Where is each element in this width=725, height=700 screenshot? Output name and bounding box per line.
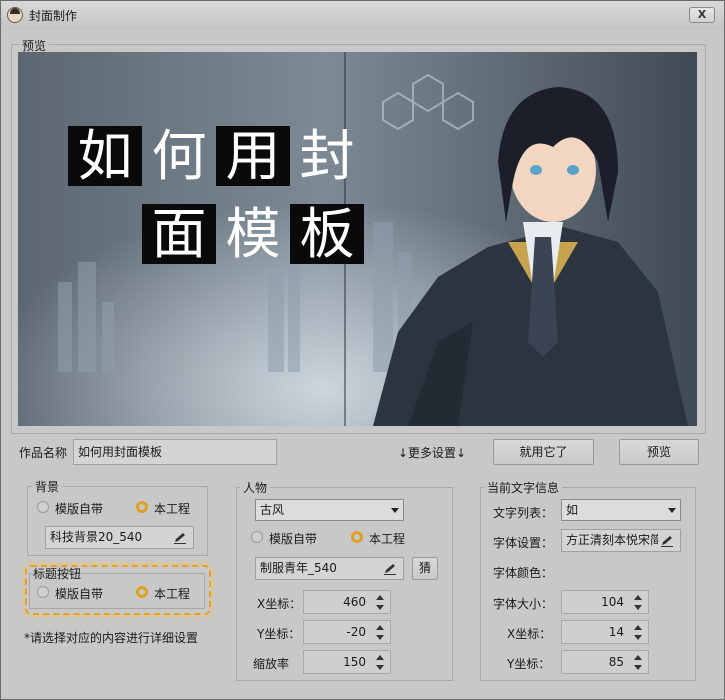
hint-text: *请选择对应的内容进行详细设置 (24, 631, 199, 645)
text-y-label: Y坐标： (507, 657, 551, 671)
character-project-label[interactable]: 本工程 (369, 530, 405, 547)
character-y-label: Y坐标： (257, 627, 301, 641)
character-x-label: X坐标： (257, 597, 302, 611)
background-template-radio[interactable] (37, 501, 49, 513)
title-project-radio[interactable] (136, 586, 148, 598)
cover-maker-window: 封面制作 X 预览 如 何 用 封 面 模 板 作品名称 如何用封面模板 ↓更多… (0, 0, 725, 700)
cover-char: 封 (299, 124, 355, 188)
font-color-label: 字体颜色： (493, 566, 554, 580)
character-file-value: 制服青年_540 (260, 561, 337, 575)
character-template-radio[interactable] (251, 531, 263, 543)
background-project-radio[interactable] (136, 501, 148, 513)
background-project-label[interactable]: 本工程 (154, 500, 190, 517)
cover-char: 何 (151, 124, 207, 188)
window-title: 封面制作 (29, 9, 78, 23)
background-file-value: 科技背景20_540 (50, 530, 143, 544)
text-x-spinbox[interactable]: 14 (561, 620, 649, 644)
font-size-label: 字体大小： (493, 597, 554, 611)
text-info-group-label: 当前文字信息 (484, 479, 563, 496)
background-template-label[interactable]: 模版自带 (55, 500, 103, 517)
spin-down-icon[interactable] (376, 665, 384, 670)
character-scale-label: 缩放率 (253, 657, 290, 671)
pencil-icon[interactable] (173, 532, 187, 544)
character-scale-value: 150 (343, 655, 366, 669)
spin-down-icon[interactable] (634, 665, 642, 670)
close-button[interactable]: X (689, 7, 715, 23)
font-size-spinbox[interactable]: 104 (561, 590, 649, 614)
work-name-input[interactable]: 如何用封面模板 (73, 439, 277, 465)
text-y-spinbox[interactable]: 85 (561, 650, 649, 674)
background-file-field[interactable]: 科技背景20_540 (45, 526, 194, 549)
character-group-label: 人物 (240, 479, 271, 496)
spin-down-icon[interactable] (376, 605, 384, 610)
character-file-field[interactable]: 制服青年_540 (255, 557, 404, 580)
app-avatar-icon (7, 7, 23, 23)
font-setting-field[interactable]: 方正清刻本悦宋简 (561, 529, 681, 552)
more-settings-link[interactable]: ↓更多设置↓ (398, 444, 466, 461)
text-x-label: X坐标： (507, 627, 552, 641)
character-y-spinbox[interactable]: -20 (303, 620, 391, 644)
spin-up-icon[interactable] (376, 625, 384, 630)
pencil-icon[interactable] (383, 563, 397, 575)
font-setting-label: 字体设置： (493, 536, 554, 550)
cover-char: 如 (68, 126, 142, 186)
spin-down-icon[interactable] (634, 635, 642, 640)
spin-up-icon[interactable] (634, 625, 642, 630)
spin-up-icon[interactable] (376, 595, 384, 600)
spin-up-icon[interactable] (376, 655, 384, 660)
character-x-spinbox[interactable]: 460 (303, 590, 391, 614)
character-x-value: 460 (343, 595, 366, 609)
spin-down-icon[interactable] (634, 605, 642, 610)
preview-button[interactable]: 预览 (619, 439, 699, 465)
cover-title-line1: 如何用封 (68, 126, 364, 186)
cover-title-line2: 面模板 (142, 204, 364, 264)
text-list-select[interactable]: 如 (561, 499, 681, 521)
spin-up-icon[interactable] (634, 655, 642, 660)
use-it-button[interactable]: 就用它了 (493, 439, 594, 465)
title-bar[interactable]: 封面制作 X (1, 1, 724, 29)
character-project-radio[interactable] (351, 531, 363, 543)
text-list-value: 如 (566, 503, 579, 517)
title-project-label[interactable]: 本工程 (154, 585, 190, 602)
pencil-icon[interactable] (660, 535, 674, 547)
chevron-down-icon (391, 508, 399, 513)
text-y-value: 85 (608, 655, 624, 669)
chevron-down-icon (668, 508, 676, 513)
cover-char: 用 (216, 126, 290, 186)
character-style-select[interactable]: 古风 (255, 499, 404, 521)
spin-down-icon[interactable] (376, 635, 384, 640)
font-setting-value: 方正清刻本悦宋简 (566, 533, 658, 547)
character-scale-spinbox[interactable]: 150 (303, 650, 391, 674)
spin-up-icon[interactable] (634, 595, 642, 600)
cover-char: 面 (142, 204, 216, 264)
character-template-label[interactable]: 模版自带 (269, 530, 317, 547)
character-y-value: -20 (346, 625, 366, 639)
cover-char: 板 (290, 204, 364, 264)
title-template-radio[interactable] (37, 586, 49, 598)
character-style-value: 古风 (260, 503, 285, 517)
work-name-label: 作品名称 (19, 446, 68, 460)
cover-preview-image: 如何用封 面模板 (18, 52, 697, 426)
cover-char: 模 (225, 202, 281, 266)
text-list-label: 文字列表： (493, 506, 554, 520)
title-button-group-label: 标题按钮 (33, 567, 82, 581)
text-x-value: 14 (608, 625, 624, 639)
background-group-label: 背景 (32, 478, 63, 495)
font-size-value: 104 (601, 595, 624, 609)
title-template-label[interactable]: 模版自带 (55, 585, 103, 602)
guess-button[interactable]: 猜 (412, 557, 438, 580)
